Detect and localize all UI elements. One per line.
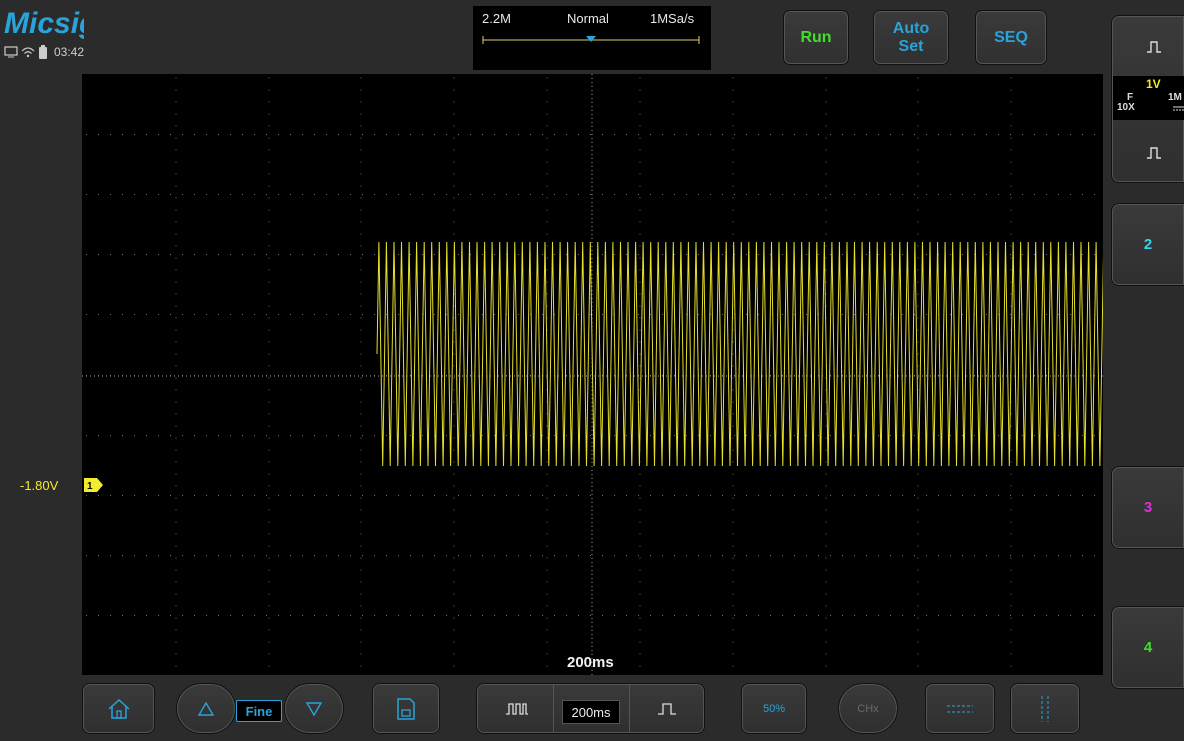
brand-name: Micsig bbox=[4, 7, 84, 40]
waveform-canvas bbox=[82, 74, 1103, 675]
square-wave-icon bbox=[1147, 41, 1161, 53]
up-triangle-icon bbox=[197, 701, 215, 716]
timebase-display: 200ms bbox=[567, 654, 614, 671]
memory-position-bar bbox=[482, 36, 700, 44]
sample-rate: 1MSa/s bbox=[650, 11, 695, 26]
ch1-scale: 1V bbox=[1146, 77, 1161, 91]
step-up-button[interactable] bbox=[176, 683, 236, 734]
ch1-waveform bbox=[376, 241, 1103, 467]
memory-depth: 2.2M bbox=[482, 11, 511, 26]
ch1-impedance: 1M bbox=[1168, 92, 1182, 103]
graticule bbox=[86, 77, 1095, 667]
chx-label: CHx bbox=[857, 702, 879, 715]
home-icon bbox=[107, 698, 130, 719]
trigger-50-label: 50% bbox=[762, 702, 786, 715]
ch4-button[interactable]: 4 bbox=[1111, 606, 1184, 689]
ch1-probe: 10X bbox=[1117, 102, 1135, 113]
timebase-value: 200ms bbox=[562, 700, 620, 724]
trigger-50-button[interactable]: 50% bbox=[741, 683, 807, 734]
graticule-dots bbox=[86, 77, 1095, 667]
acquisition-panel[interactable]: 2.2M Normal 1MSa/s bbox=[473, 6, 711, 70]
home-button[interactable] bbox=[82, 683, 155, 734]
auto-set-label: Auto Set bbox=[892, 19, 930, 55]
square-wave-icon bbox=[1147, 147, 1161, 159]
save-button[interactable] bbox=[372, 683, 440, 734]
ch3-button[interactable]: 3 bbox=[1111, 466, 1184, 549]
seq-button[interactable]: SEQ bbox=[975, 10, 1047, 65]
micsig-logo: Micsig bbox=[4, 6, 97, 40]
pulse-train-icon bbox=[506, 703, 528, 715]
run-button[interactable]: Run bbox=[783, 10, 849, 65]
vertical-cursor-button[interactable] bbox=[1010, 683, 1080, 734]
ch4-label: 4 bbox=[1143, 639, 1153, 656]
save-icon bbox=[397, 697, 415, 720]
dc-coupling-icon bbox=[1173, 106, 1184, 111]
battery-icon bbox=[39, 45, 47, 59]
trigger-level-label: -1.80V bbox=[20, 478, 59, 493]
ch2-label: 2 bbox=[1143, 236, 1153, 253]
fine-toggle[interactable]: Fine bbox=[236, 700, 282, 722]
auto-set-button[interactable]: Auto Set bbox=[873, 10, 949, 65]
ch1-settings[interactable]: 1V F 1M 10X bbox=[1113, 76, 1184, 120]
square-wave-icon bbox=[658, 703, 676, 715]
wifi-icon bbox=[21, 47, 35, 58]
clock: 03:42 bbox=[54, 45, 85, 59]
down-triangle-icon bbox=[305, 701, 323, 716]
trigger-position-marker bbox=[586, 36, 596, 42]
ch1-offset-marker[interactable]: 1 bbox=[84, 478, 104, 497]
ch1-marker-label: 1 bbox=[87, 481, 93, 492]
ch2-button[interactable]: 2 bbox=[1111, 203, 1184, 286]
ch3-label: 3 bbox=[1143, 499, 1153, 516]
cursor-vertical-icon bbox=[1041, 695, 1049, 722]
acquisition-mode: Normal bbox=[567, 11, 609, 26]
horizontal-cursor-button[interactable] bbox=[925, 683, 995, 734]
step-down-button[interactable] bbox=[284, 683, 344, 734]
cursor-horizontal-icon bbox=[947, 705, 973, 712]
waveform-display[interactable] bbox=[82, 74, 1103, 675]
chx-button[interactable]: CHx bbox=[838, 683, 898, 734]
status-bar: 03:42 bbox=[4, 45, 84, 59]
display-icon bbox=[4, 46, 18, 58]
